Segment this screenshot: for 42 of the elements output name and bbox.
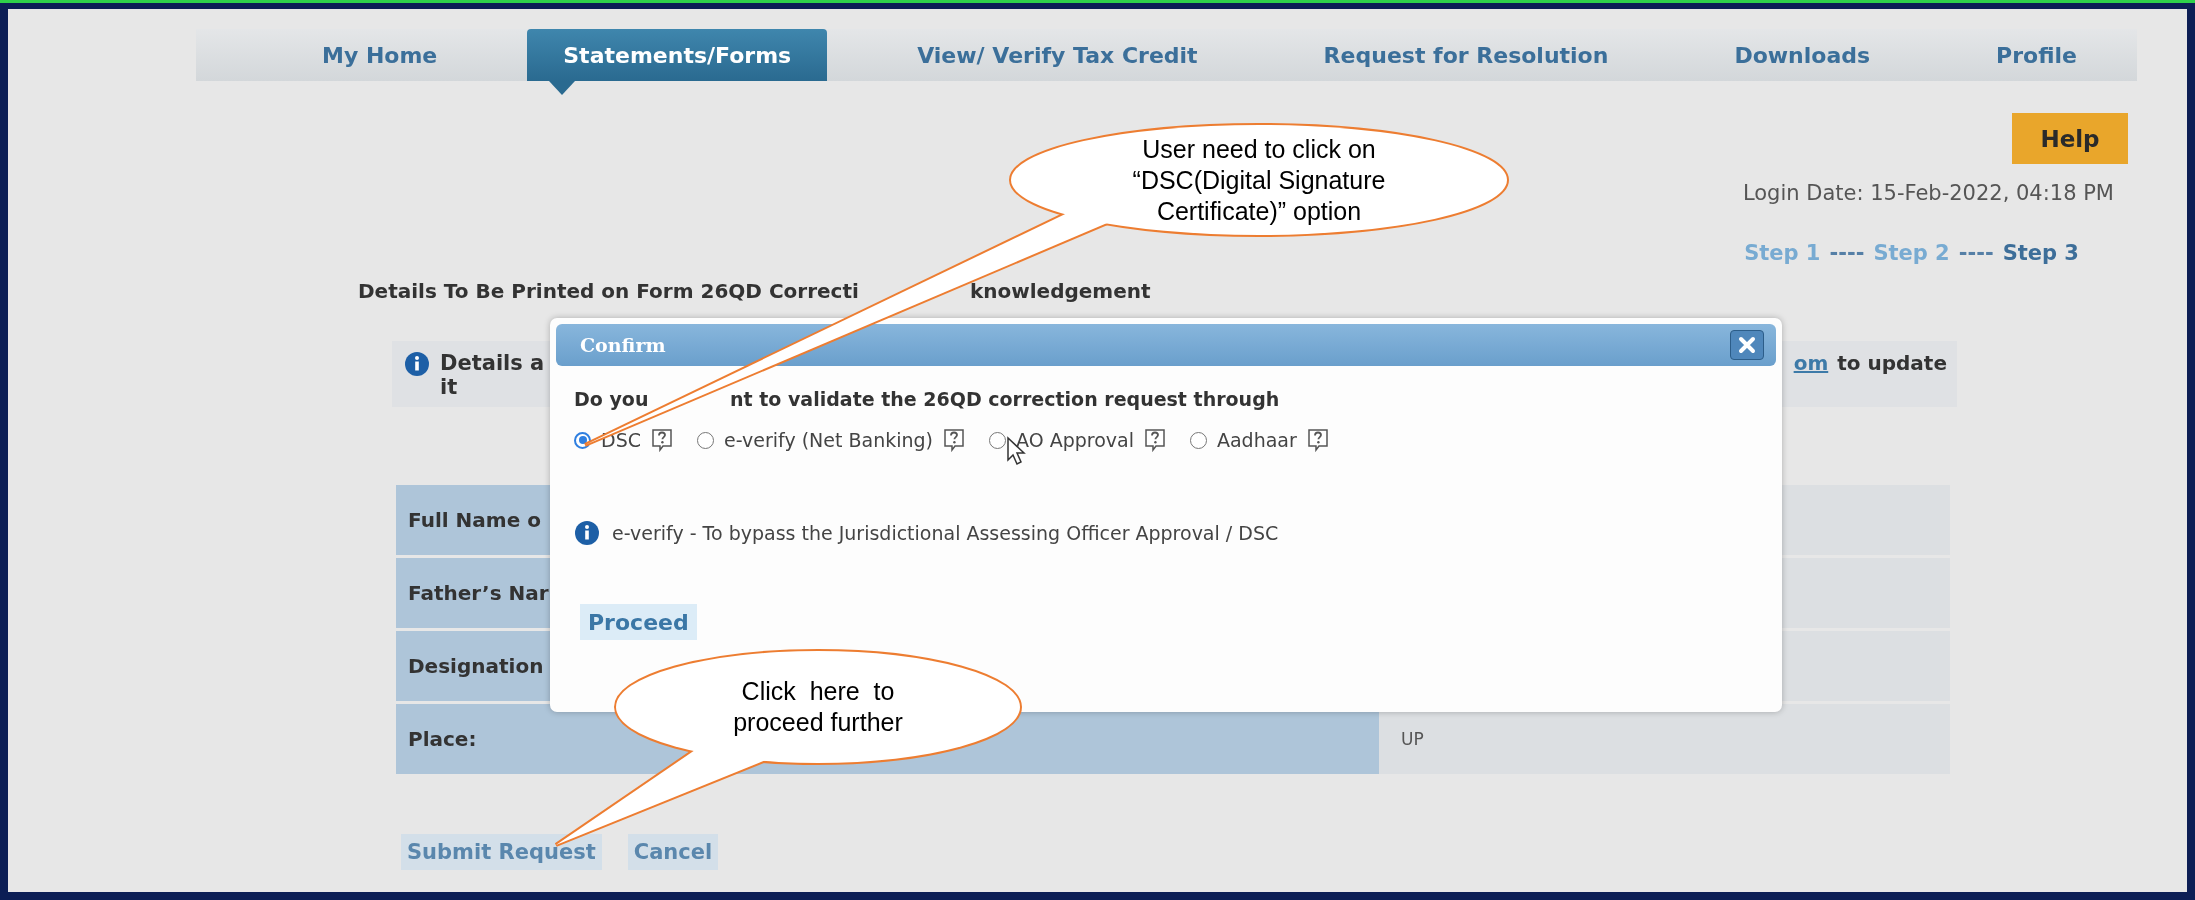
dialog-question: nt to validate the 26QD correction request through [730,388,1280,410]
help-icon[interactable] [1143,428,1166,452]
help-icon[interactable] [650,428,673,452]
tab-pointer [549,81,576,95]
nav-tab[interactable]: View/ Verify Tax Credit [881,29,1234,81]
nav-tab[interactable]: Profile [1960,29,2113,81]
option-label[interactable]: AO Approval [1016,429,1134,451]
option-label[interactable]: Aadhaar [1216,429,1297,451]
radio-button[interactable] [1189,431,1207,449]
notice-text: Details a [440,351,545,375]
help-icon[interactable] [943,428,965,452]
info-icon [404,351,430,377]
notice-text: it [440,375,458,399]
info-text: e-verify - To bypass the Jurisdictional Assessing Officer Approval / DSC [612,522,1279,544]
notice-text: to update [1837,351,1947,375]
nav-tab[interactable]: Downloads [1698,29,1907,81]
submit-button[interactable]: Submit Request [401,834,602,870]
dialog-title: Confirm [580,334,666,356]
nav-tab[interactable]: Request for Resolution [1287,29,1645,81]
info-icon [574,520,600,546]
nav-tab[interactable]: My Home [286,29,474,81]
step-separator: ---- [1958,241,1994,265]
close-icon [1738,336,1756,354]
cancel-button[interactable]: Cancel [627,834,719,870]
proceed-button[interactable]: Proceed [580,604,697,640]
help-icon[interactable] [1306,428,1329,452]
radio-button[interactable] [696,431,714,449]
notice-link[interactable]: om [1793,351,1829,375]
callout-text: User need to click on “DSC(Digital Signature Certificate)” option [1131,133,1387,227]
step-link[interactable]: Step 1 [1744,241,1821,265]
section-heading: knowledgement [970,279,1151,303]
option-label[interactable]: e-verify (Net Banking) [723,429,933,451]
step-link[interactable]: Step 2 [1873,241,1950,265]
step-link[interactable]: Step 3 [2002,241,2079,265]
section-heading: Details To Be Printed on Form 26QD Correcti [358,279,859,303]
close-button[interactable] [1730,330,1764,360]
dialog-question: Do you [574,388,649,410]
radio-button[interactable] [989,431,1006,449]
value-cell: UP [1379,704,1950,774]
step-separator: ---- [1829,241,1865,265]
login-date: Login Date: 15-Feb-2022, 04:18 PM [1742,181,2114,205]
help-button[interactable]: Help [2012,113,2128,164]
